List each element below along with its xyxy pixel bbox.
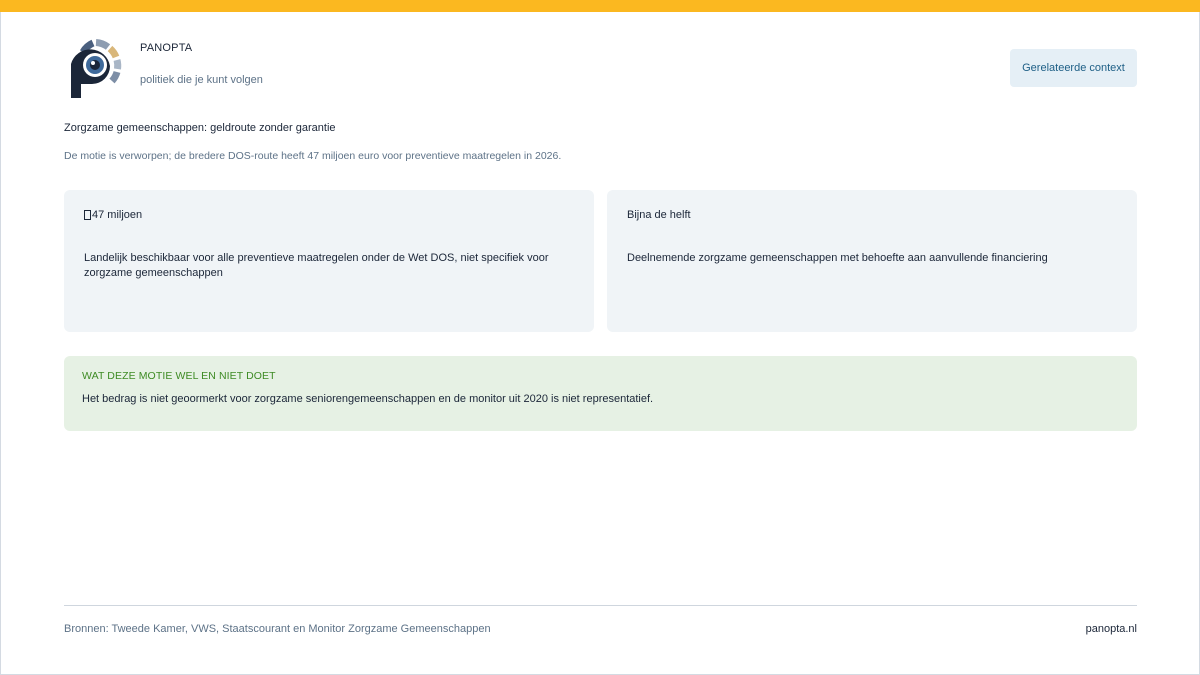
callout-heading: WAT DEZE MOTIE WEL EN NIET DOET — [82, 370, 276, 382]
stat-card-figure: 47 miljoen — [84, 208, 574, 222]
page-subtitle: De motie is verworpen; de bredere DOS-ro… — [64, 150, 562, 162]
brand-tagline: politiek die je kunt volgen — [140, 74, 263, 86]
related-context-button[interactable]: Gerelateerde context — [1010, 49, 1137, 87]
footer-divider — [64, 605, 1137, 606]
brand-name: PANOPTA — [140, 42, 193, 54]
stat-card-value: 47 miljoen — [92, 209, 143, 221]
stat-card-description: Landelijk beschikbaar voor alle preventi… — [84, 252, 549, 279]
page-title: Zorgzame gemeenschappen: geldroute zonde… — [64, 122, 336, 134]
stat-card-value: Bijna de helft — [627, 209, 691, 221]
stat-card-budget: 47 miljoen Landelijk beschikbaar voor al… — [64, 190, 594, 332]
stat-card-share: Bijna de helft Deelnemende zorgzame geme… — [607, 190, 1137, 332]
sources-text: Bronnen: Tweede Kamer, VWS, Staatscouran… — [64, 623, 491, 635]
site-link[interactable]: panopta.nl — [1086, 623, 1137, 635]
page-frame — [0, 0, 1200, 675]
euro-icon — [84, 210, 91, 220]
accent-top-bar — [0, 0, 1200, 12]
stat-card-description: Deelnemende zorgzame gemeenschappen met … — [627, 252, 1048, 264]
motion-callout: WAT DEZE MOTIE WEL EN NIET DOET Het bedr… — [64, 356, 1137, 431]
panopta-eye-logo-icon — [64, 38, 124, 102]
callout-text: Het bedrag is niet geoormerkt voor zorgz… — [82, 393, 654, 405]
